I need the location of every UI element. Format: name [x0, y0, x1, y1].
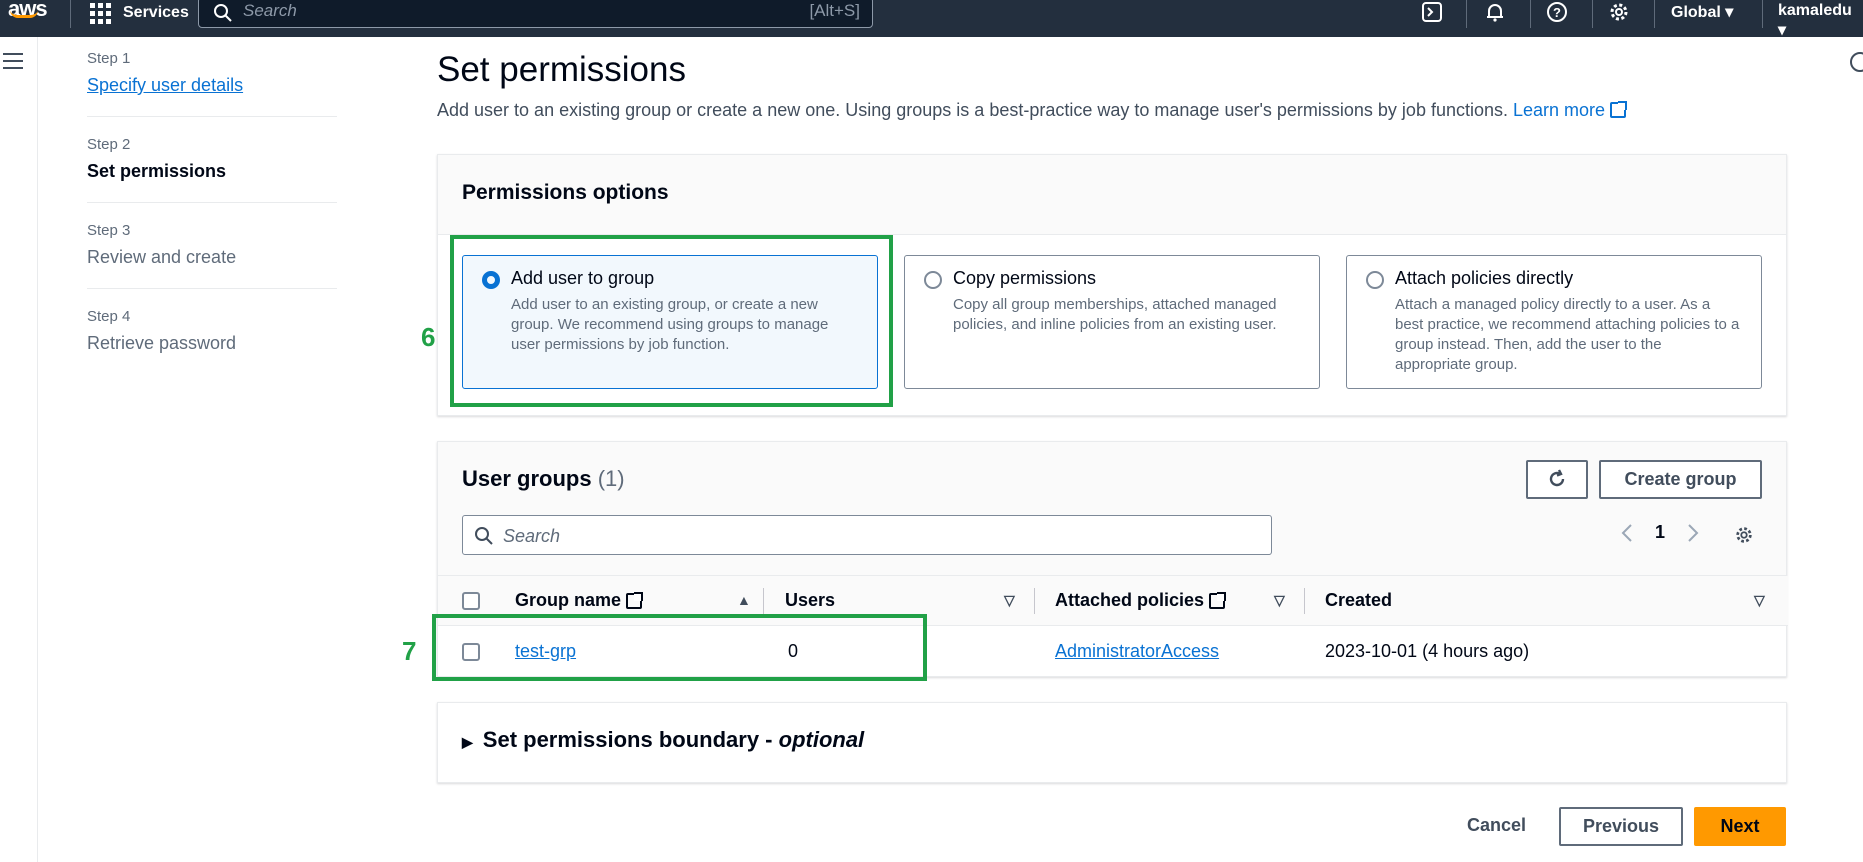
page-description: Add user to an existing group or create …: [437, 100, 1787, 121]
step-current-title: Set permissions: [87, 161, 227, 181]
column-divider: [763, 588, 764, 614]
external-link-icon: [1610, 101, 1628, 118]
page-title: Set permissions: [437, 50, 686, 89]
learn-more-text: Learn more: [1513, 100, 1606, 120]
column-header-group-name[interactable]: Group name: [515, 590, 644, 611]
option-description: Copy all group memberships, attached man…: [953, 296, 1277, 333]
boundary-title: Set permissions boundary -: [482, 727, 779, 752]
option-attach-policies-directly[interactable]: Attach policies directly Attach a manage…: [1346, 255, 1762, 389]
created-date: 2023-10-01 (4 hours ago): [1325, 641, 1530, 661]
step-number: Step 1: [87, 50, 131, 67]
step-number: Step 3: [87, 222, 131, 239]
annotation-number: 7: [402, 636, 417, 666]
sort-icon[interactable]: ▽: [1754, 592, 1765, 609]
optional-label: optional: [778, 727, 865, 752]
svg-text:?: ?: [1553, 5, 1561, 20]
option-description: Attach a managed policy directly to a us…: [1395, 296, 1740, 373]
step-title: Retrieve password: [87, 333, 237, 353]
column-header-attached-policies[interactable]: Attached policies: [1055, 590, 1227, 611]
step-title: Review and create: [87, 247, 237, 267]
column-divider: [1304, 588, 1305, 614]
panel-heading: Permissions options: [438, 155, 1786, 235]
wizard-steps: Step 1 Specify user details Step 2 Set p…: [87, 50, 337, 393]
caret-right-icon: ▶: [462, 734, 473, 750]
top-navigation-bar: aws Services Search [Alt+S] ? Global ▾ k…: [0, 0, 1863, 40]
column-header-created[interactable]: Created: [1325, 590, 1392, 611]
option-copy-permissions[interactable]: Copy permissions Copy all group membersh…: [904, 255, 1320, 389]
radio-icon[interactable]: [1366, 271, 1384, 289]
account-menu[interactable]: kamaledu ▾: [1778, 2, 1863, 40]
user-groups-title: User groups (1): [462, 466, 625, 492]
search-icon: [475, 527, 493, 545]
description-text: Add user to an existing group or create …: [437, 100, 1508, 120]
info-panel-icon[interactable]: [1850, 52, 1863, 72]
learn-more-link[interactable]: Learn more: [1513, 100, 1628, 120]
bell-icon[interactable]: [1483, 1, 1507, 25]
column-label: Group name: [515, 590, 622, 610]
previous-button[interactable]: Previous: [1559, 807, 1683, 846]
step-4: Step 4 Retrieve password: [87, 308, 337, 374]
permissions-boundary-panel[interactable]: ▶ Set permissions boundary - optional: [437, 702, 1787, 783]
divider: [1530, 0, 1531, 28]
page-number[interactable]: 1: [1655, 522, 1665, 543]
heading-text: User groups: [462, 466, 592, 491]
services-menu-button[interactable]: Services: [90, 0, 189, 26]
help-icon[interactable]: ?: [1545, 1, 1569, 25]
sort-ascending-icon[interactable]: ▲: [737, 592, 751, 608]
refresh-icon: [1549, 469, 1565, 487]
sort-icon[interactable]: ▽: [1004, 592, 1015, 609]
side-navigation-rail: [0, 37, 38, 862]
external-link-icon: [1209, 591, 1227, 609]
boundary-expander[interactable]: ▶ Set permissions boundary - optional: [462, 727, 864, 753]
grid-icon: [90, 2, 111, 24]
chevron-left-icon[interactable]: [1621, 523, 1633, 543]
column-label: Attached policies: [1055, 590, 1205, 610]
divider: [70, 0, 71, 28]
column-divider: [1034, 588, 1035, 614]
divider: [1654, 0, 1655, 28]
create-group-button[interactable]: Create group: [1599, 460, 1762, 499]
refresh-button[interactable]: [1526, 460, 1588, 499]
gear-icon[interactable]: [1734, 525, 1754, 545]
policy-link[interactable]: AdministratorAccess: [1055, 641, 1219, 662]
page-header: Set permissions Add user to an existing …: [437, 50, 1787, 121]
chevron-right-icon[interactable]: [1687, 523, 1699, 543]
option-title: Attach policies directly: [1395, 268, 1574, 288]
step-1: Step 1 Specify user details: [87, 50, 337, 117]
cloudshell-icon[interactable]: [1420, 1, 1444, 25]
cancel-button[interactable]: Cancel: [1467, 815, 1526, 836]
global-search-input[interactable]: Search [Alt+S]: [198, 0, 873, 28]
annotation-box: [432, 614, 927, 681]
gear-icon[interactable]: [1607, 1, 1631, 25]
search-placeholder: Search: [503, 526, 561, 546]
select-all-checkbox[interactable]: [462, 591, 480, 610]
divider: [1762, 0, 1763, 28]
step-3: Step 3 Review and create: [87, 222, 337, 289]
annotation-number: 6: [421, 322, 436, 352]
search-placeholder: Search: [243, 1, 297, 20]
services-label: Services: [123, 4, 189, 21]
aws-smile-icon: [10, 10, 38, 18]
external-link-icon: [626, 591, 644, 609]
annotation-box: [450, 235, 893, 407]
divider: [1592, 0, 1593, 28]
search-shortcut: [Alt+S]: [809, 1, 860, 20]
user-groups-header: User groups (1) Create group Search 1: [438, 442, 1786, 576]
region-selector[interactable]: Global ▾: [1671, 2, 1733, 22]
step-number: Step 4: [87, 308, 131, 325]
divider: [1466, 0, 1467, 28]
step-link-specify-user-details[interactable]: Specify user details: [87, 75, 337, 96]
radio-icon[interactable]: [924, 271, 942, 289]
group-count: (1): [597, 466, 625, 491]
search-icon: [214, 4, 232, 22]
option-title: Copy permissions: [953, 268, 1097, 288]
column-header-users[interactable]: Users: [785, 590, 835, 611]
sort-icon[interactable]: ▽: [1274, 592, 1285, 609]
hamburger-menu-icon[interactable]: [3, 53, 23, 71]
pagination: 1: [1621, 522, 1699, 543]
step-2: Step 2 Set permissions: [87, 136, 337, 203]
step-number: Step 2: [87, 136, 131, 153]
group-search-input[interactable]: Search: [462, 515, 1272, 555]
next-button[interactable]: Next: [1694, 807, 1786, 846]
